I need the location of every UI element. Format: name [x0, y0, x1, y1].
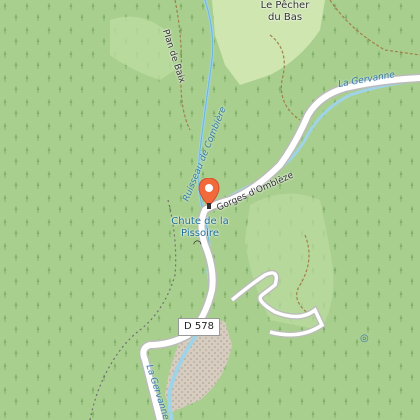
map-canvas[interactable]: Le Pêcher du Bas La Gervanne Ruisseau de…	[0, 0, 420, 420]
waterfall-icon: ◠	[193, 239, 202, 250]
place-label-hamlet: Le Pêcher du Bas	[260, 0, 310, 23]
viewpoint-icon: ◎	[360, 333, 369, 344]
poi-label-waterfall: Chute de la Pissoire	[171, 216, 229, 239]
road-shield-d578[interactable]: D 578	[178, 318, 220, 336]
